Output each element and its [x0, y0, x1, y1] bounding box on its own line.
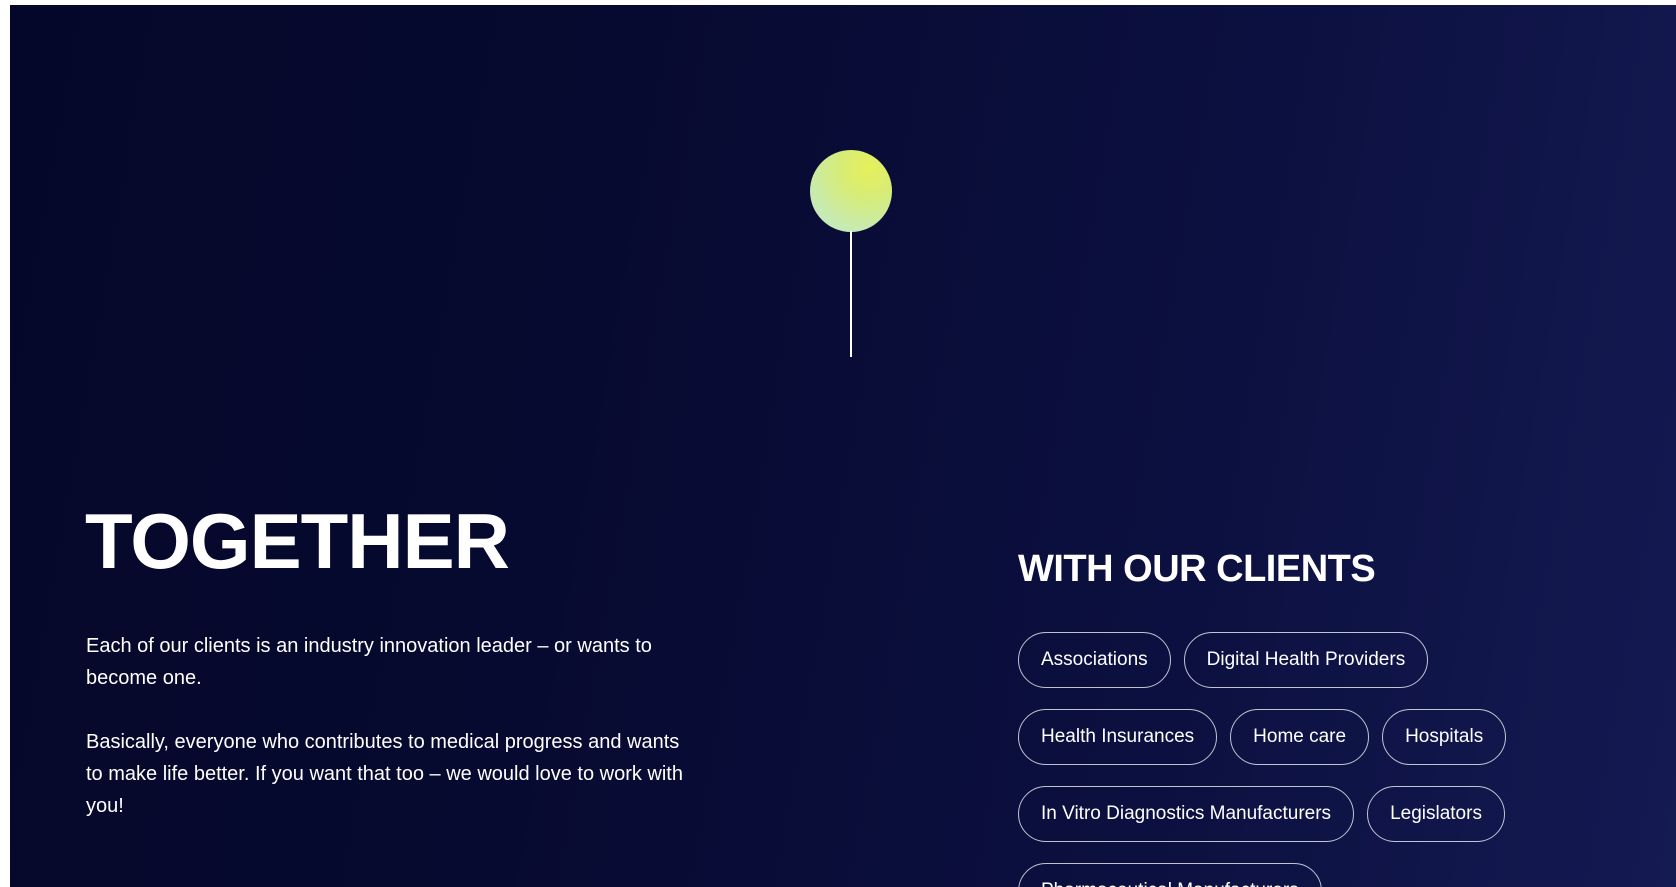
pin-line-graphic — [850, 231, 852, 357]
together-heading: TOGETHER — [85, 497, 510, 585]
invitation-paragraph: Basically, everyone who contributes to m… — [86, 731, 683, 817]
clients-heading: WITH OUR CLIENTS — [1018, 548, 1376, 590]
page-viewport: TOGETHER Each of our clients is an indus… — [10, 5, 1676, 887]
tag-legislators[interactable]: Legislators — [1367, 786, 1505, 842]
client-tags: Associations Digital Health Providers He… — [1018, 632, 1638, 887]
tag-digital-health-providers[interactable]: Digital Health Providers — [1183, 632, 1429, 688]
tag-pharmaceutical-manufacturers[interactable]: Pharmaceutical Manufacturers — [1018, 863, 1322, 887]
pin-circle-graphic — [810, 150, 892, 232]
tag-associations[interactable]: Associations — [1018, 632, 1171, 688]
tag-health-insurances[interactable]: Health Insurances — [1018, 709, 1218, 765]
tag-hospitals[interactable]: Hospitals — [1382, 709, 1507, 765]
tag-home-care[interactable]: Home care — [1230, 709, 1370, 765]
intro-paragraph: Each of our clients is an industry innov… — [86, 635, 652, 689]
tag-in-vitro-diagnostics-manufacturers[interactable]: In Vitro Diagnostics Manufacturers — [1018, 786, 1355, 842]
